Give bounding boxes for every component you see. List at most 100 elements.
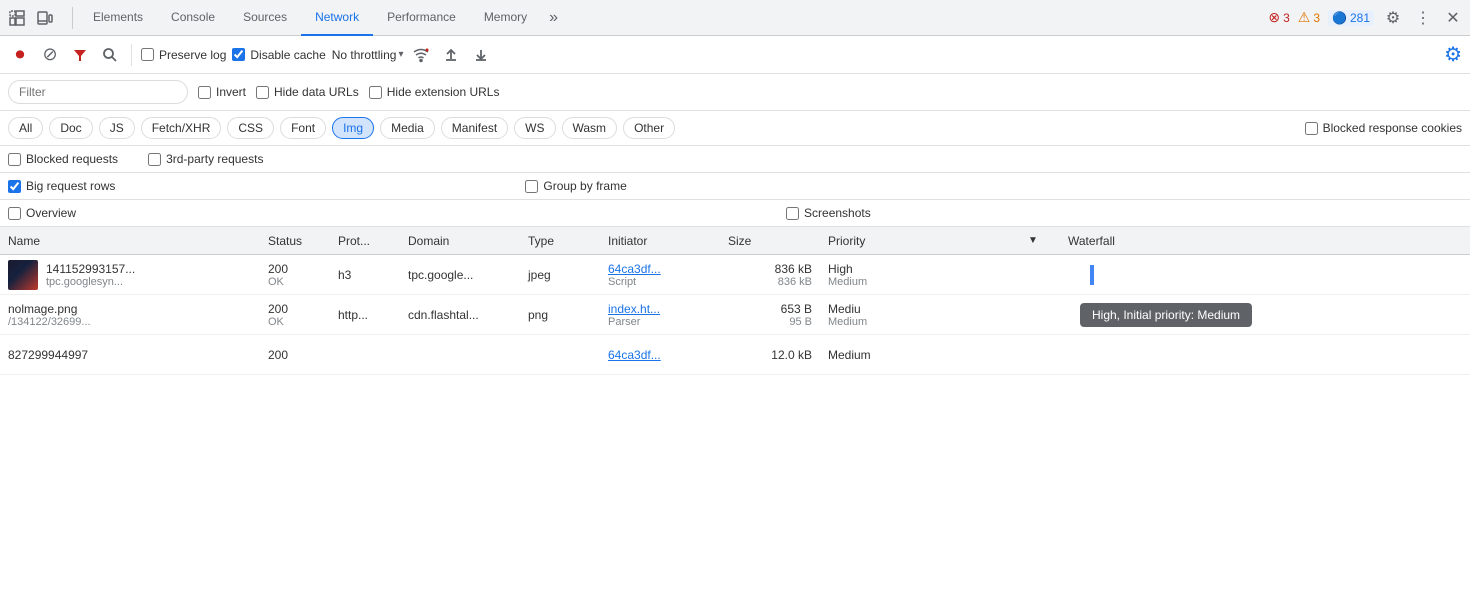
screenshots-checkbox[interactable]: Screenshots	[786, 206, 871, 220]
more-options-icon[interactable]: ⋮	[1412, 7, 1434, 29]
col-header-domain[interactable]: Domain	[400, 227, 520, 254]
waterfall-cell	[1060, 263, 1260, 287]
name-text: nolmage.png /134122/32699...	[8, 302, 252, 328]
big-request-rows-input[interactable]	[8, 180, 21, 193]
tab-performance[interactable]: Performance	[373, 0, 470, 36]
type-btn-js[interactable]: JS	[99, 117, 135, 139]
hide-data-urls-checkbox[interactable]: Hide data URLs	[256, 85, 359, 99]
overview-input[interactable]	[8, 207, 21, 220]
col-header-sort[interactable]: ▼	[1020, 227, 1060, 254]
name-text: 141152993157... tpc.googlesyn...	[46, 262, 252, 288]
error-count-yellow[interactable]: ⚠ 3	[1298, 9, 1320, 26]
disable-cache-checkbox[interactable]: Disable cache	[232, 48, 325, 62]
preserve-log-checkbox[interactable]: Preserve log	[141, 48, 226, 62]
size-cell: 836 kB 836 kB	[720, 260, 820, 290]
wifi-icon[interactable]	[409, 43, 433, 67]
screenshots-spacer: Screenshots	[786, 206, 871, 220]
filter-input[interactable]	[8, 80, 188, 104]
filter-icon[interactable]	[68, 43, 92, 67]
upload-icon[interactable]	[439, 43, 463, 67]
type-btn-fetch-xhr[interactable]: Fetch/XHR	[141, 117, 222, 139]
col-header-name[interactable]: Name	[0, 227, 260, 254]
initiator-cell: 64ca3df...	[600, 346, 720, 364]
type-btn-ws[interactable]: WS	[514, 117, 555, 139]
type-btn-all[interactable]: All	[8, 117, 43, 139]
sort-cell	[1020, 273, 1060, 277]
thumbnail-image	[8, 260, 38, 290]
name-cell: 827299944997	[0, 346, 260, 364]
tab-elements[interactable]: Elements	[79, 0, 157, 36]
blocked-requests-checkbox[interactable]: Blocked requests	[8, 152, 118, 166]
invert-checkbox[interactable]: Invert	[198, 85, 246, 99]
name-text: 827299944997	[8, 348, 252, 362]
toolbar-divider-1	[131, 44, 132, 66]
type-btn-other[interactable]: Other	[623, 117, 675, 139]
initiator-cell: index.ht... Parser	[600, 300, 720, 330]
throttle-selector[interactable]: No throttling ▾	[332, 48, 404, 62]
screenshots-input[interactable]	[786, 207, 799, 220]
blocked-cookies-checkbox[interactable]: Blocked response cookies	[1305, 121, 1462, 135]
blocked-cookies-input[interactable]	[1305, 122, 1318, 135]
blocked-requests-input[interactable]	[8, 153, 21, 166]
initiator-cell: 64ca3df... Script	[600, 260, 720, 290]
waterfall-cell	[1060, 353, 1260, 357]
error-count-red[interactable]: ⊗ 3	[1268, 9, 1289, 26]
type-cell: jpeg	[520, 266, 600, 284]
type-btn-css[interactable]: CSS	[227, 117, 274, 139]
sort-cell	[1020, 353, 1060, 357]
tab-bar-divider-1	[72, 7, 73, 29]
tab-memory[interactable]: Memory	[470, 0, 541, 36]
error-count-blue[interactable]: 🔵 281	[1328, 10, 1374, 26]
overview-checkbox[interactable]: Overview	[8, 206, 76, 220]
third-party-input[interactable]	[148, 153, 161, 166]
group-by-frame-checkbox[interactable]: Group by frame	[525, 179, 626, 193]
network-settings-icon[interactable]: ⚙	[1444, 42, 1462, 67]
options-row-3: Overview Screenshots	[0, 200, 1470, 227]
devtools-icons	[6, 7, 56, 29]
hide-data-urls-input[interactable]	[256, 86, 269, 99]
group-by-frame-input[interactable]	[525, 180, 538, 193]
col-header-initiator[interactable]: Initiator	[600, 227, 720, 254]
options-left-2: Big request rows	[8, 179, 115, 193]
device-icon[interactable]	[34, 7, 56, 29]
type-btn-img[interactable]: Img	[332, 117, 374, 139]
waterfall-bar	[1090, 305, 1094, 325]
close-devtools-icon[interactable]: ✕	[1442, 7, 1464, 29]
tab-sources[interactable]: Sources	[229, 0, 301, 36]
type-btn-doc[interactable]: Doc	[49, 117, 92, 139]
more-tabs-button[interactable]: »	[541, 0, 566, 36]
type-btn-font[interactable]: Font	[280, 117, 326, 139]
table-row[interactable]: 141152993157... tpc.googlesyn... 200 OK …	[0, 255, 1470, 295]
col-header-waterfall[interactable]: Waterfall	[1060, 227, 1260, 254]
col-header-priority[interactable]: Priority	[820, 227, 1020, 254]
waterfall-bar	[1090, 265, 1094, 285]
options-row-1: Blocked requests 3rd-party requests	[0, 146, 1470, 173]
priority-tooltip: High, Initial priority: Medium	[1080, 303, 1252, 327]
hide-extension-urls-input[interactable]	[369, 86, 382, 99]
third-party-checkbox[interactable]: 3rd-party requests	[148, 152, 263, 166]
download-icon[interactable]	[469, 43, 493, 67]
col-header-protocol[interactable]: Prot...	[330, 227, 400, 254]
invert-input[interactable]	[198, 86, 211, 99]
col-header-status[interactable]: Status	[260, 227, 330, 254]
col-header-type[interactable]: Type	[520, 227, 600, 254]
search-button[interactable]	[98, 43, 122, 67]
settings-gear-icon[interactable]: ⚙	[1382, 7, 1404, 29]
stop-recording-button[interactable]: ⏺	[8, 43, 32, 67]
table-row[interactable]: nolmage.png /134122/32699... 200 OK http…	[0, 295, 1470, 335]
disable-cache-input[interactable]	[232, 48, 245, 61]
type-btn-wasm[interactable]: Wasm	[562, 117, 618, 139]
clear-button[interactable]: ⊘	[38, 43, 62, 67]
preserve-log-input[interactable]	[141, 48, 154, 61]
domain-cell: tpc.google...	[400, 266, 520, 284]
col-header-size[interactable]: Size	[720, 227, 820, 254]
type-btn-manifest[interactable]: Manifest	[441, 117, 508, 139]
inspect-icon[interactable]	[6, 7, 28, 29]
big-request-rows-checkbox[interactable]: Big request rows	[8, 179, 115, 193]
type-btn-media[interactable]: Media	[380, 117, 435, 139]
hide-extension-urls-checkbox[interactable]: Hide extension URLs	[369, 85, 500, 99]
tab-bar-right: ⊗ 3 ⚠ 3 🔵 281 ⚙ ⋮ ✕	[1268, 7, 1464, 29]
table-row[interactable]: 827299944997 200 64ca3df... 12.0 kB Medi…	[0, 335, 1470, 375]
tab-console[interactable]: Console	[157, 0, 229, 36]
tab-network[interactable]: Network	[301, 0, 373, 36]
